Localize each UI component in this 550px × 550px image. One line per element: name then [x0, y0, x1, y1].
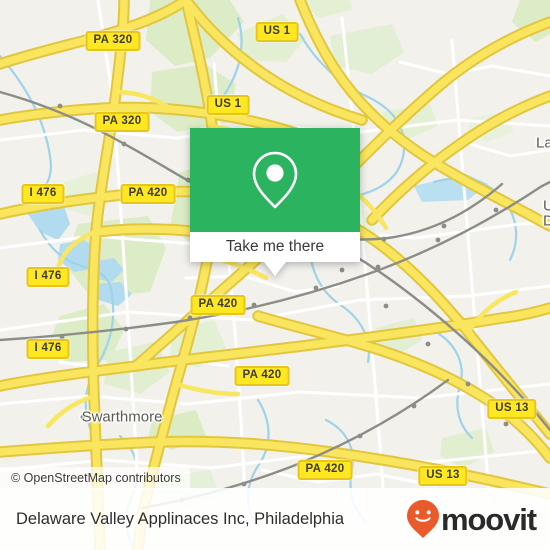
footer-bar: Delaware Valley Applinaces Inc, Philadel… — [0, 488, 550, 550]
place-label: Swarthmore — [81, 408, 163, 426]
moovit-map-screenshot: PA 320 US 1 PA 320 US 1 I 476 PA 420 I 476 PA 4… — [0, 0, 550, 550]
road-shield: PA 320 — [85, 31, 141, 51]
road-shield: US 1 — [206, 95, 250, 115]
moovit-wordmark: moovit — [440, 501, 537, 537]
road-shield: US 13 — [418, 466, 468, 486]
location-popup-card[interactable]: Take me there — [190, 128, 360, 276]
attribution-text: © OpenStreetMap contributors — [11, 471, 181, 485]
location-title: Delaware Valley Applinaces Inc, Philadel… — [16, 509, 345, 528]
road-shield: PA 420 — [234, 366, 290, 386]
place-label: La — [536, 134, 550, 152]
take-me-there-button[interactable]: Take me there — [190, 232, 360, 262]
road-shield: PA 420 — [120, 184, 176, 204]
map-attribution[interactable]: © OpenStreetMap contributors — [0, 467, 190, 490]
road-shield: I 476 — [26, 339, 70, 359]
moovit-logo[interactable]: moovit — [406, 499, 537, 539]
road-shield: I 476 — [26, 267, 70, 287]
place-label: D — [543, 212, 550, 230]
road-shield: PA 420 — [297, 460, 353, 480]
road-shield: PA 420 — [190, 295, 246, 315]
map-pin-icon — [252, 151, 298, 209]
road-shield: I 476 — [21, 184, 65, 204]
road-shield: PA 320 — [94, 112, 150, 132]
road-shield: US 13 — [487, 399, 537, 419]
road-shield: US 1 — [255, 22, 299, 42]
popup-image-area — [190, 128, 360, 232]
moovit-smiley-pin-icon — [406, 500, 439, 538]
popup-pointer-tail — [264, 262, 286, 276]
take-me-there-label: Take me there — [225, 238, 325, 255]
